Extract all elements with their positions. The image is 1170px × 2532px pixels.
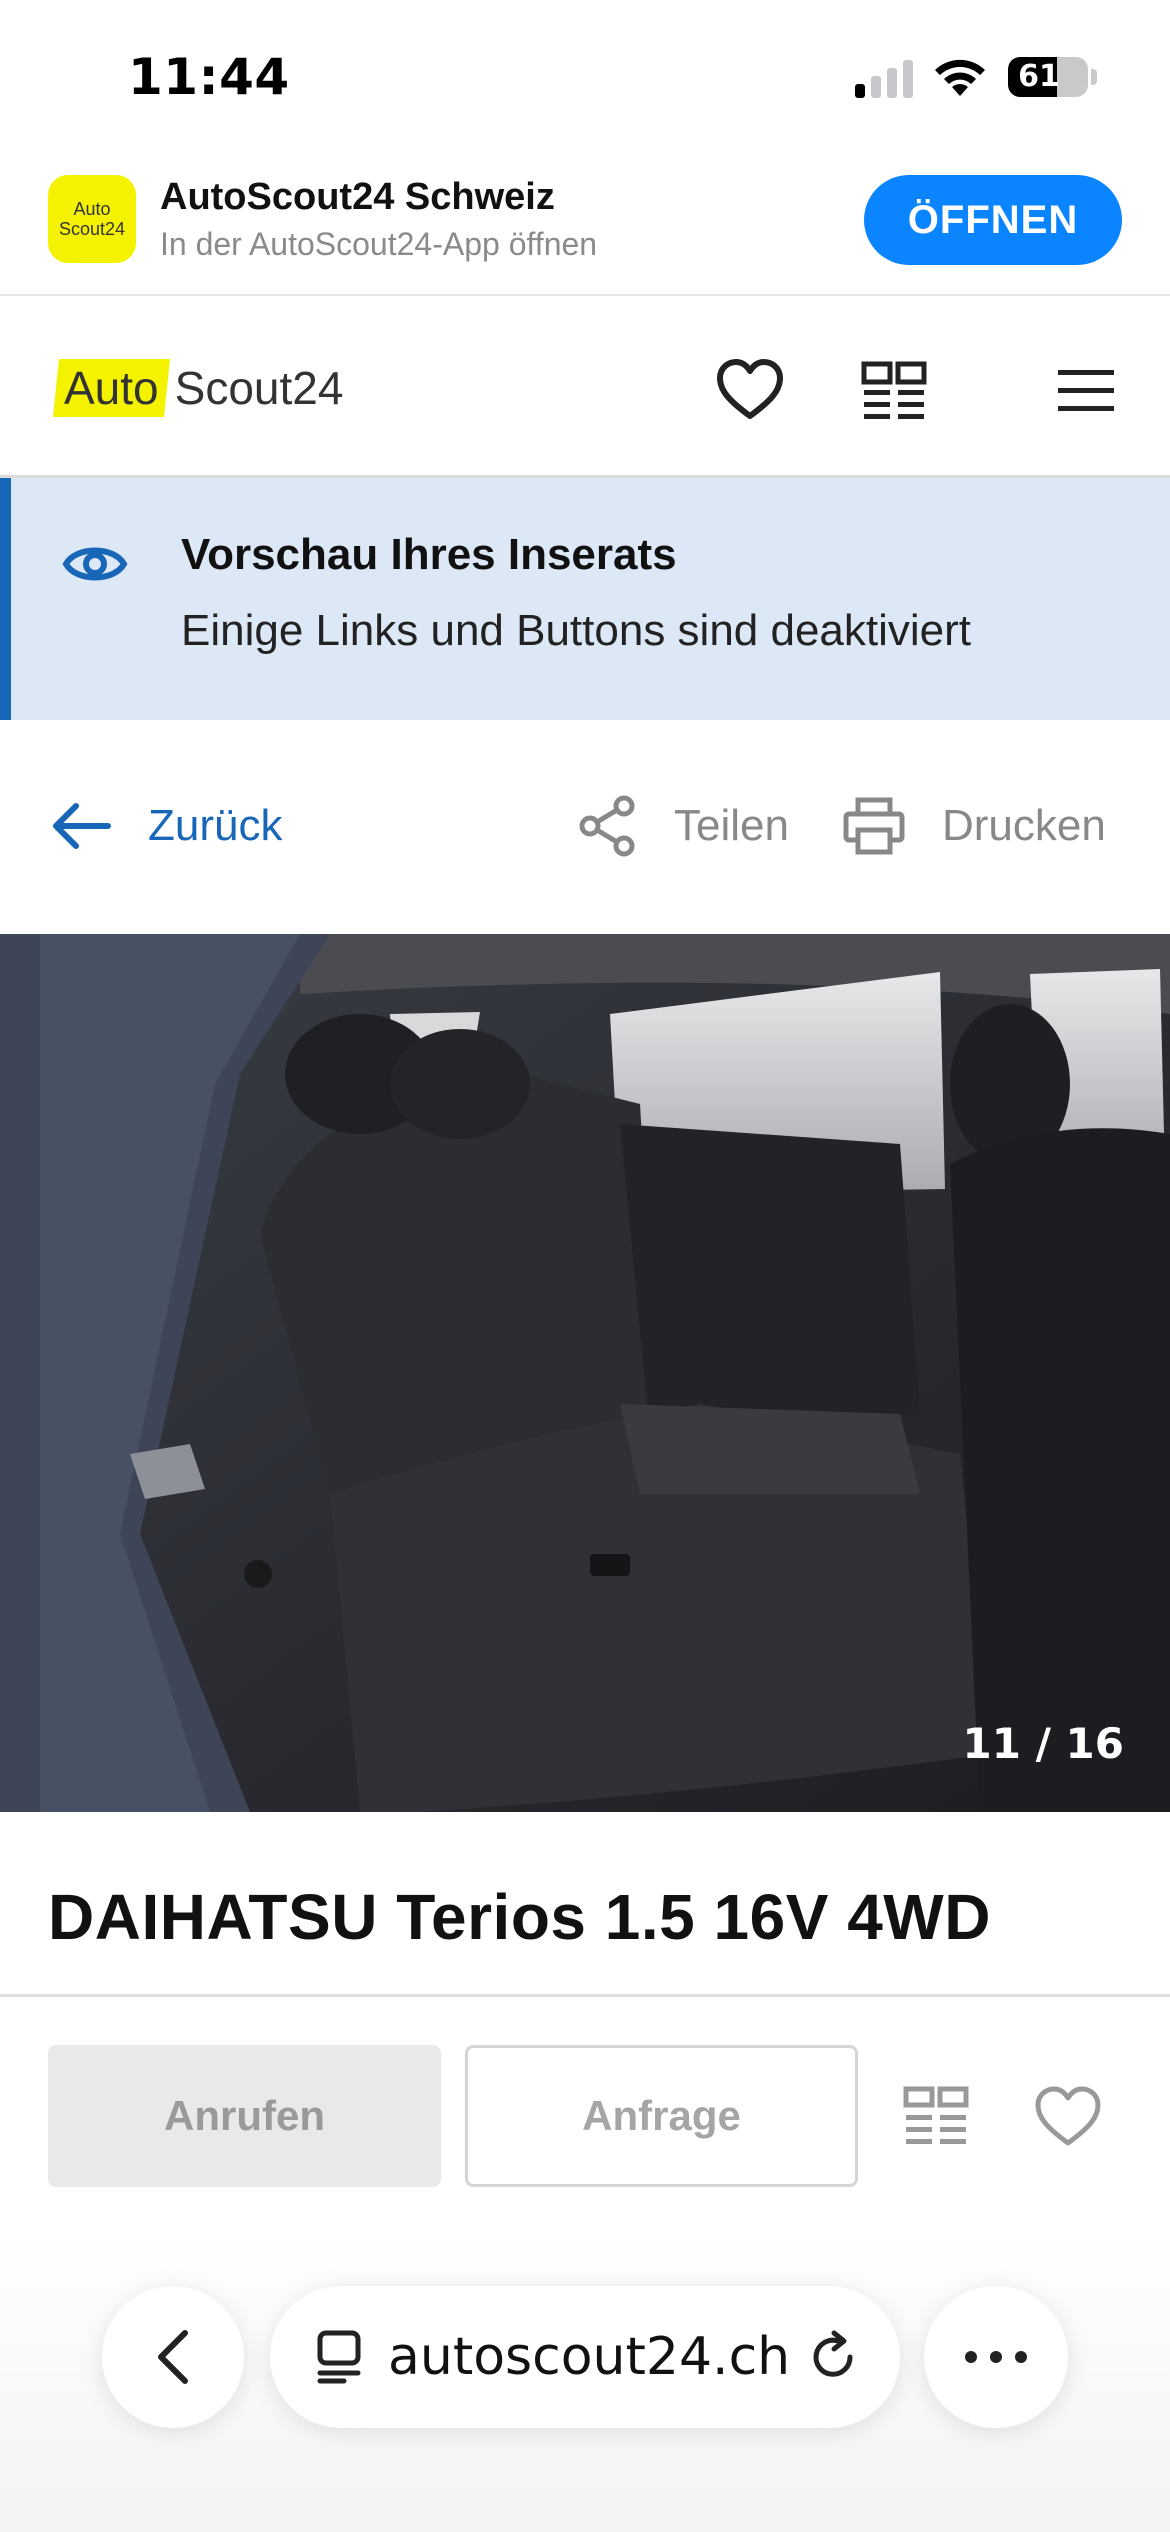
print-button[interactable]: Drucken: [842, 788, 1106, 864]
battery-level: 61: [1018, 59, 1060, 94]
address-bar[interactable]: autoscout24.ch: [270, 2286, 900, 2428]
inquiry-button[interactable]: Anfrage: [465, 2045, 858, 2187]
compare-icon[interactable]: [858, 354, 930, 426]
preview-accent-bar: [0, 478, 11, 720]
menu-icon[interactable]: [1050, 354, 1122, 426]
share-button[interactable]: Teilen: [576, 788, 789, 864]
status-bar: 11:44 61: [0, 0, 1170, 150]
share-icon: [579, 795, 635, 857]
compare-icon[interactable]: [902, 2085, 970, 2147]
more-button[interactable]: [924, 2286, 1068, 2428]
listing-title: DAIHATSU Terios 1.5 16V 4WD: [48, 1881, 991, 1953]
wifi-icon: [935, 59, 985, 96]
logo-auto-text: Auto: [64, 362, 159, 414]
app-icon-line1: Auto: [73, 199, 111, 219]
chevron-left-icon: [158, 2330, 188, 2384]
status-time: 11:44: [128, 48, 290, 106]
preview-title: Vorschau Ihres Inserats: [181, 530, 677, 579]
heart-icon[interactable]: [1034, 2085, 1102, 2147]
back-label: Zurück: [148, 801, 283, 850]
app-banner-title: AutoScout24 Schweiz: [160, 176, 555, 218]
site-header: Auto Scout24: [0, 296, 1170, 478]
share-label: Teilen: [674, 801, 789, 850]
car-interior-photo: [0, 934, 1170, 1812]
action-row: Anrufen Anfrage: [0, 1997, 1170, 2197]
url-text: autoscout24.ch: [388, 2327, 791, 2387]
printer-icon: [843, 797, 905, 855]
listing-toolbar: Zurück Teilen Drucken: [0, 720, 1170, 934]
eye-icon: [62, 547, 128, 581]
preview-notice: Vorschau Ihres Inserats Einige Links und…: [0, 478, 1170, 720]
battery-icon: 61: [1008, 57, 1088, 97]
photo-counter: 11 / 16: [962, 1719, 1124, 1768]
app-icon-line2: Scout24: [58, 219, 126, 239]
app-banner-subtitle: In der AutoScout24-App öffnen: [160, 226, 598, 262]
reload-icon[interactable]: [808, 2329, 860, 2385]
page-menu-icon: [317, 2330, 361, 2384]
preview-text: Einige Links und Buttons sind deaktivier…: [181, 606, 972, 655]
autoscout24-logo[interactable]: Auto Scout24: [52, 358, 344, 418]
print-label: Drucken: [942, 801, 1106, 850]
logo-scout-text: Scout24: [174, 362, 344, 414]
ellipsis-icon: [965, 2351, 1027, 2363]
listing-photo[interactable]: 11 / 16: [0, 934, 1170, 1812]
battery-cap: [1091, 69, 1097, 85]
browser-toolbar: autoscout24.ch: [0, 2230, 1170, 2532]
back-link[interactable]: Zurück: [48, 788, 282, 864]
cellular-signal-icon: [855, 58, 915, 98]
logo-auto-part: Auto: [52, 359, 170, 417]
browser-back-button[interactable]: [102, 2286, 244, 2428]
call-button[interactable]: Anrufen: [48, 2045, 441, 2187]
app-banner: Auto Scout24 AutoScout24 Schweiz In der …: [0, 150, 1170, 296]
arrow-left-icon: [53, 803, 111, 849]
open-app-button[interactable]: ÖFFNEN: [864, 175, 1122, 265]
heart-icon[interactable]: [714, 354, 786, 426]
app-icon[interactable]: Auto Scout24: [48, 175, 136, 263]
